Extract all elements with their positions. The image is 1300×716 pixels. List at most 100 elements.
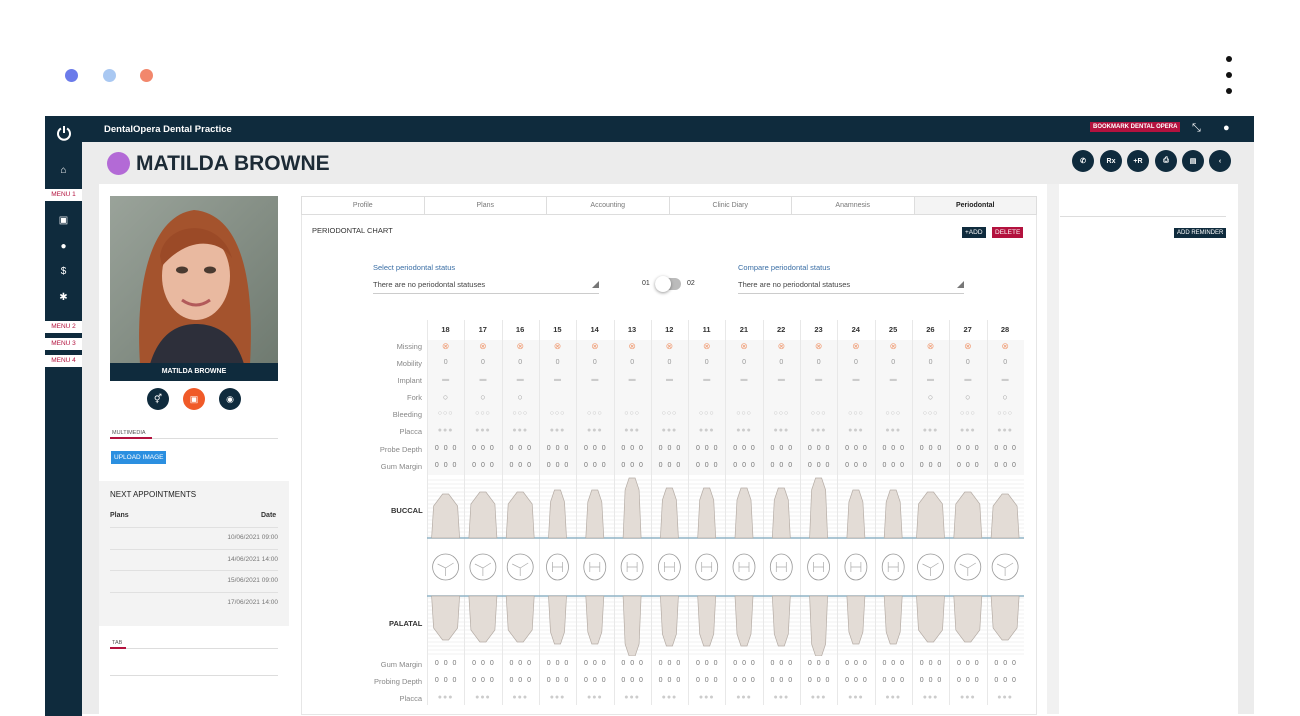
bleeding-dots[interactable]: ○○○: [949, 410, 986, 417]
tooth-number[interactable]: 22: [763, 325, 800, 334]
implant-icon[interactable]: ▬: [875, 376, 912, 383]
tooth-number[interactable]: 13: [614, 325, 651, 334]
back-button[interactable]: ‹: [1209, 150, 1231, 172]
implant-icon[interactable]: ▬: [800, 376, 837, 383]
depth-values[interactable]: 0 0 0: [987, 660, 1024, 667]
placca-dots[interactable]: ●●●: [949, 427, 986, 434]
missing-icon[interactable]: ⊗: [800, 341, 837, 352]
depth-values[interactable]: 0 0 0: [427, 677, 464, 684]
depth-values[interactable]: 0 0 0: [912, 677, 949, 684]
depth-values[interactable]: 0 0 0: [614, 660, 651, 667]
tab-clinic-diary[interactable]: Clinic Diary: [670, 197, 792, 214]
sidebar-menu-3[interactable]: MENU 3: [45, 338, 82, 350]
mobility-value[interactable]: 0: [576, 359, 613, 366]
implant-icon[interactable]: ▬: [987, 376, 1024, 383]
placca-dots[interactable]: ●●●: [763, 694, 800, 701]
placca-dots[interactable]: ●●●: [800, 694, 837, 701]
implant-icon[interactable]: ▬: [614, 376, 651, 383]
depth-values[interactable]: 0 0 0: [987, 445, 1024, 452]
depth-values[interactable]: 0 0 0: [651, 677, 688, 684]
placca-dots[interactable]: ●●●: [688, 694, 725, 701]
placca-dots[interactable]: ●●●: [464, 694, 501, 701]
mobility-value[interactable]: 0: [837, 359, 874, 366]
fork-icon[interactable]: ○: [987, 392, 1024, 402]
user-icon[interactable]: ●: [45, 241, 82, 252]
placca-dots[interactable]: ●●●: [987, 694, 1024, 701]
prescription-button[interactable]: Rx: [1100, 150, 1122, 172]
tooth-number[interactable]: 26: [912, 325, 949, 334]
depth-values[interactable]: 0 0 0: [502, 445, 539, 452]
sidebar-menu-4[interactable]: MENU 4: [45, 355, 82, 367]
print-button[interactable]: ⎙: [1155, 150, 1177, 172]
upload-image-button[interactable]: UPLOAD IMAGE: [111, 451, 167, 464]
depth-values[interactable]: 0 0 0: [763, 677, 800, 684]
depth-values[interactable]: 0 0 0: [502, 462, 539, 469]
add-reminder-button[interactable]: ADD REMINDER: [1174, 228, 1227, 238]
sidebar-menu-1[interactable]: MENU 1: [45, 189, 82, 201]
tooth-number[interactable]: 12: [651, 325, 688, 334]
bleeding-dots[interactable]: ○○○: [837, 410, 874, 417]
window-dot-2[interactable]: [103, 69, 116, 82]
depth-values[interactable]: 0 0 0: [502, 660, 539, 667]
depth-values[interactable]: 0 0 0: [464, 660, 501, 667]
dollar-icon[interactable]: $: [45, 266, 82, 277]
missing-icon[interactable]: ⊗: [949, 341, 986, 352]
placca-dots[interactable]: ●●●: [725, 427, 762, 434]
depth-values[interactable]: 0 0 0: [725, 660, 762, 667]
depth-values[interactable]: 0 0 0: [614, 677, 651, 684]
tooth-number[interactable]: 11: [688, 325, 725, 334]
bleeding-dots[interactable]: ○○○: [464, 410, 501, 417]
depth-values[interactable]: 0 0 0: [427, 445, 464, 452]
placca-dots[interactable]: ●●●: [837, 427, 874, 434]
fork-icon[interactable]: ○: [502, 392, 539, 402]
placca-dots[interactable]: ●●●: [651, 694, 688, 701]
placca-dots[interactable]: ●●●: [614, 427, 651, 434]
gear-icon[interactable]: ✱: [45, 292, 82, 303]
implant-icon[interactable]: ▬: [725, 376, 762, 383]
bleeding-dots[interactable]: ○○○: [725, 410, 762, 417]
depth-values[interactable]: 0 0 0: [614, 462, 651, 469]
depth-values[interactable]: 0 0 0: [875, 445, 912, 452]
missing-icon[interactable]: ⊗: [651, 341, 688, 352]
tooth-number[interactable]: 15: [539, 325, 576, 334]
placca-dots[interactable]: ●●●: [725, 694, 762, 701]
placca-dots[interactable]: ●●●: [875, 694, 912, 701]
missing-icon[interactable]: ⊗: [688, 341, 725, 352]
implant-icon[interactable]: ▬: [427, 376, 464, 383]
depth-values[interactable]: 0 0 0: [800, 462, 837, 469]
placca-dots[interactable]: ●●●: [502, 427, 539, 434]
placca-dots[interactable]: ●●●: [800, 427, 837, 434]
depth-values[interactable]: 0 0 0: [875, 462, 912, 469]
tooth-number[interactable]: 27: [949, 325, 986, 334]
appointment-row[interactable]: 15/06/2021 09:00: [110, 570, 278, 591]
sidebar-menu-2[interactable]: MENU 2: [45, 321, 82, 333]
depth-values[interactable]: 0 0 0: [987, 677, 1024, 684]
implant-icon[interactable]: ▬: [688, 376, 725, 383]
depth-values[interactable]: 0 0 0: [949, 660, 986, 667]
depth-values[interactable]: 0 0 0: [651, 445, 688, 452]
tooth-number[interactable]: 25: [875, 325, 912, 334]
power-icon[interactable]: [45, 116, 82, 150]
gender-icon[interactable]: ⚥: [147, 388, 169, 410]
bleeding-dots[interactable]: ○○○: [875, 410, 912, 417]
mobility-value[interactable]: 0: [651, 359, 688, 366]
mobility-value[interactable]: 0: [763, 359, 800, 366]
compare-toggle[interactable]: [655, 276, 681, 292]
depth-values[interactable]: 0 0 0: [688, 660, 725, 667]
placca-dots[interactable]: ●●●: [875, 427, 912, 434]
bleeding-dots[interactable]: ○○○: [502, 410, 539, 417]
tab-accounting[interactable]: Accounting: [547, 197, 670, 214]
fork-icon[interactable]: ○: [464, 392, 501, 402]
placca-dots[interactable]: ●●●: [949, 694, 986, 701]
depth-values[interactable]: 0 0 0: [725, 677, 762, 684]
compare-status-dropdown[interactable]: There are no periodontal statuses: [738, 280, 964, 294]
implant-icon[interactable]: ▬: [502, 376, 539, 383]
mobility-value[interactable]: 0: [987, 359, 1024, 366]
depth-values[interactable]: 0 0 0: [427, 462, 464, 469]
implant-icon[interactable]: ▬: [651, 376, 688, 383]
implant-icon[interactable]: ▬: [576, 376, 613, 383]
depth-values[interactable]: 0 0 0: [837, 677, 874, 684]
depth-values[interactable]: 0 0 0: [502, 677, 539, 684]
depth-values[interactable]: 0 0 0: [912, 445, 949, 452]
depth-values[interactable]: 0 0 0: [725, 445, 762, 452]
